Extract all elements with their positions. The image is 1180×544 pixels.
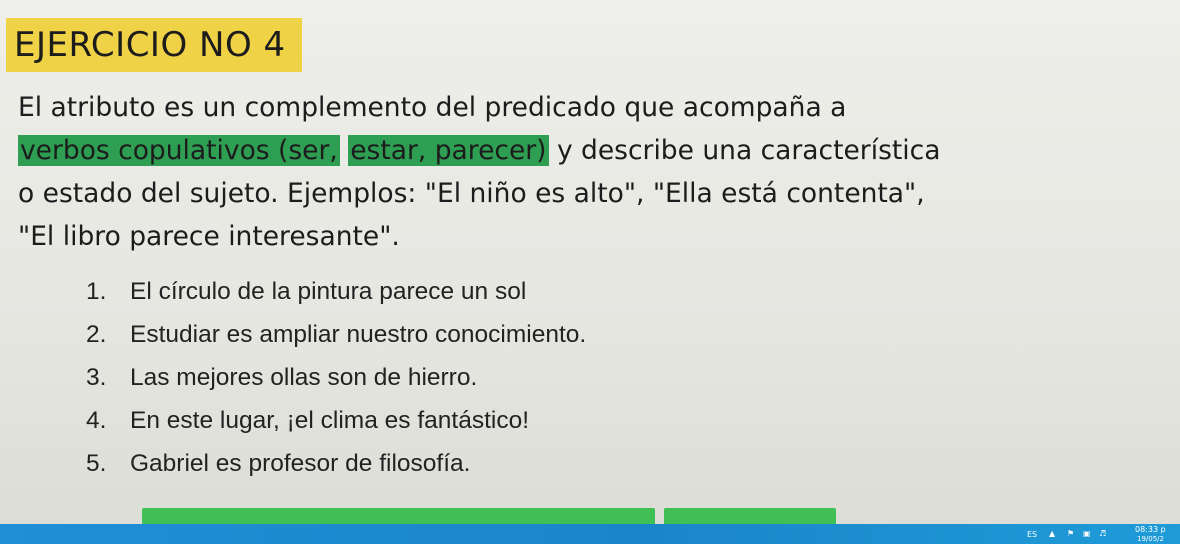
flag-icon[interactable]: ⚑ xyxy=(1067,529,1074,538)
item-number: 4. xyxy=(86,407,107,434)
item-number: 5. xyxy=(86,450,107,477)
taskbar xyxy=(0,524,1180,544)
paragraph-line-2: verbos copulativos (ser, estar, parecer)… xyxy=(18,129,1180,172)
exercise-sentence-list: 1. El círculo de la pintura parece un sol… xyxy=(86,270,586,485)
item-text: Estudiar es ampliar nuestro conocimiento… xyxy=(130,321,587,348)
item-text: El círculo de la pintura parece un sol xyxy=(130,278,527,305)
network-icon[interactable]: ▣ xyxy=(1083,529,1091,538)
item-text: Gabriel es profesor de filosofía. xyxy=(130,450,471,477)
system-tray: ES ▲ ⚑ ▣ ♬ 08:33 p 19/05/2 xyxy=(1025,524,1180,544)
item-number: 2. xyxy=(86,321,107,348)
list-item: 2. Estudiar es ampliar nuestro conocimien… xyxy=(86,313,586,356)
clock-date[interactable]: 19/05/2 xyxy=(1137,535,1164,543)
item-number: 1. xyxy=(86,278,107,305)
chevron-up-icon[interactable]: ▲ xyxy=(1049,529,1055,538)
paragraph-line-4: "El libro parece interesante". xyxy=(18,221,400,252)
list-item: 5. Gabriel es profesor de filosofía. xyxy=(86,442,586,485)
language-indicator[interactable]: ES xyxy=(1027,530,1037,539)
paragraph-line-3: o estado del sujeto. Ejemplos: "El niño … xyxy=(18,178,925,209)
highlight-verbs-list: estar, parecer) xyxy=(348,135,549,166)
list-item: 1. El círculo de la pintura parece un sol xyxy=(86,270,586,313)
volume-icon[interactable]: ♬ xyxy=(1099,529,1106,538)
clock-time[interactable]: 08:33 p xyxy=(1135,525,1166,534)
paragraph-line-2-rest: y describe una característica xyxy=(556,135,941,166)
highlight-copulative-verbs: verbos copulativos (ser, xyxy=(18,135,340,166)
exercise-title: EJERCICIO NO 4 xyxy=(6,18,302,72)
list-item: 3. Las mejores ollas son de hierro. xyxy=(86,356,586,399)
paragraph-line-1: El atributo es un complemento del predic… xyxy=(18,92,847,123)
list-item: 4. En este lugar, ¡el clima es fantástico… xyxy=(86,399,586,442)
definition-paragraph: El atributo es un complemento del predic… xyxy=(18,86,1180,258)
item-number: 3. xyxy=(86,364,107,391)
item-text: En este lugar, ¡el clima es fantástico! xyxy=(130,407,529,434)
item-text: Las mejores ollas son de hierro. xyxy=(130,364,478,391)
